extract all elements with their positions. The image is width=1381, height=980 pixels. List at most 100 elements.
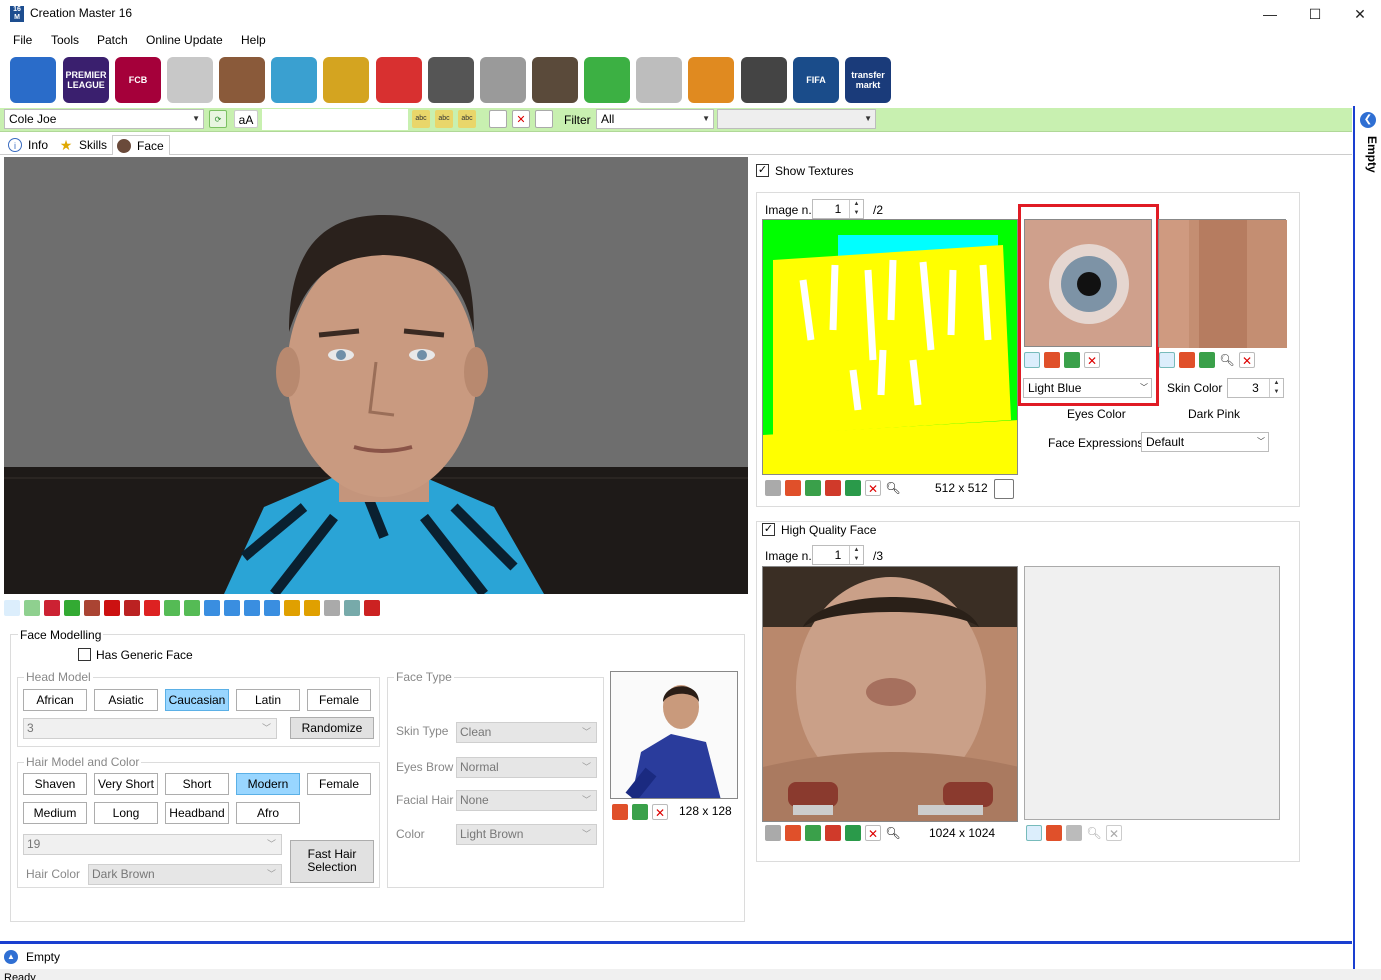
hq2-export-icon[interactable] <box>1066 825 1082 841</box>
hair-headband-button[interactable]: Headband <box>165 802 229 824</box>
zoom-in-icon[interactable] <box>284 600 300 616</box>
head-latin-button[interactable]: Latin <box>236 689 300 711</box>
arrow-left-icon[interactable] <box>244 600 260 616</box>
new-item-icon[interactable] <box>489 110 507 128</box>
maximize-button[interactable]: ☐ <box>1292 0 1338 28</box>
tab-skills[interactable]: ★ Skills <box>55 135 110 155</box>
manager-icon[interactable] <box>532 57 578 103</box>
reset-view-icon[interactable] <box>364 600 380 616</box>
menu-help[interactable]: Help <box>241 33 266 47</box>
copy-item-icon[interactable] <box>535 110 553 128</box>
delete-photo-icon[interactable]: ✕ <box>652 804 668 820</box>
transfermarkt-icon[interactable]: transfer markt <box>845 57 891 103</box>
hair-shaven-button[interactable]: Shaven <box>23 773 87 795</box>
hair-very-short-button[interactable]: Very Short <box>94 773 158 795</box>
search-input[interactable] <box>262 109 408 130</box>
expand-bottom-panel-icon[interactable]: ▲ <box>4 950 18 964</box>
head-caucasian-button[interactable]: Caucasian <box>165 689 229 711</box>
tab-info[interactable]: i Info <box>4 135 52 155</box>
head-model-select[interactable]: 3 ﹀ <box>23 718 277 739</box>
head-front-icon[interactable] <box>64 600 80 616</box>
hair-female-button[interactable]: Female <box>307 773 371 795</box>
show-textures-checkbox[interactable]: ✓ <box>756 164 769 177</box>
player-select[interactable]: Cole Joe ▼ <box>4 109 204 129</box>
head-african-button[interactable]: African <box>23 689 87 711</box>
skin-view-icon[interactable] <box>1159 352 1175 368</box>
referee-cards-icon[interactable] <box>376 57 422 103</box>
premier-league-icon[interactable]: PREMIER LEAGUE <box>63 57 109 103</box>
eye-view-icon[interactable] <box>1024 352 1040 368</box>
hq-export-icon[interactable] <box>805 825 821 841</box>
save-view-icon[interactable] <box>324 600 340 616</box>
tab-face[interactable]: Face <box>112 135 170 155</box>
view-toggle-icon[interactable] <box>4 600 20 616</box>
hq-image-spinner[interactable]: 1 ▲ ▼ <box>812 545 864 565</box>
abc-sort-desc-icon[interactable]: abc <box>435 110 453 128</box>
texture-delete-icon[interactable]: ✕ <box>865 480 881 496</box>
texture-save-icon[interactable] <box>765 480 781 496</box>
ball-icon[interactable] <box>428 57 474 103</box>
skin-delete-icon[interactable]: ✕ <box>1239 352 1255 368</box>
hq-save-icon[interactable] <box>765 825 781 841</box>
arrow-up-left-icon[interactable] <box>164 600 180 616</box>
face-expressions-select[interactable]: Default ﹀ <box>1141 432 1269 452</box>
skin-zoom-icon[interactable]: 🔍︎ <box>1219 352 1235 368</box>
arrow-down-icon[interactable] <box>224 600 240 616</box>
arrow-right-icon[interactable] <box>264 600 280 616</box>
menu-online-update[interactable]: Online Update <box>146 33 223 47</box>
secondary-filter-select[interactable]: ▼ <box>717 109 876 129</box>
abc-sort-icon[interactable]: abc <box>412 110 430 128</box>
zoom-out-icon[interactable] <box>304 600 320 616</box>
newspaper-icon[interactable] <box>636 57 682 103</box>
jersey-icon[interactable] <box>167 57 213 103</box>
texture-import-icon[interactable] <box>785 480 801 496</box>
delete-item-icon[interactable]: ✕ <box>512 110 530 128</box>
skin-color-spinner[interactable]: 3 ▲ ▼ <box>1227 378 1284 398</box>
player-photo-icon[interactable] <box>219 57 265 103</box>
hair-medium-button[interactable]: Medium <box>23 802 87 824</box>
trophy-icon[interactable] <box>323 57 369 103</box>
eyes-brow-select[interactable]: Normal ﹀ <box>456 757 597 778</box>
eye-import-icon[interactable] <box>1044 352 1060 368</box>
gloves-icon[interactable] <box>688 57 734 103</box>
globe-icon[interactable] <box>10 57 56 103</box>
randomize-button[interactable]: Randomize <box>290 717 374 739</box>
hair-model-select[interactable]: 19 ﹀ <box>23 834 282 855</box>
hq2-delete-icon[interactable]: ✕ <box>1106 825 1122 841</box>
barcelona-crest-icon[interactable]: FCB <box>115 57 161 103</box>
skin-export-icon[interactable] <box>1199 352 1215 368</box>
case-toggle-button[interactable]: aA <box>234 110 258 128</box>
hq-export-alpha-icon[interactable] <box>845 825 861 841</box>
hair-afro-button[interactable]: Afro <box>236 802 300 824</box>
pitch-icon[interactable] <box>584 57 630 103</box>
texture-import-alpha-icon[interactable] <box>825 480 841 496</box>
stadium-icon[interactable] <box>271 57 317 103</box>
camera-icon[interactable] <box>344 600 360 616</box>
texture-export-alpha-icon[interactable] <box>845 480 861 496</box>
fast-hair-selection-button[interactable]: Fast Hair Selection <box>290 840 374 883</box>
skin-type-select[interactable]: Clean ﹀ <box>456 722 597 743</box>
refresh-view-icon[interactable] <box>24 600 40 616</box>
face-3d-viewport[interactable] <box>4 157 748 594</box>
shirt-red-icon[interactable] <box>104 600 120 616</box>
hq2-import-icon[interactable] <box>1046 825 1062 841</box>
filter-select[interactable]: All ▼ <box>596 109 714 129</box>
facial-hair-select[interactable]: None ﹀ <box>456 790 597 811</box>
shirt-red-alt-icon[interactable] <box>124 600 140 616</box>
head-left-icon[interactable] <box>44 600 60 616</box>
refresh-icon[interactable]: ⟳ <box>209 110 227 128</box>
texture-zoom-icon[interactable]: 🔍︎ <box>885 480 901 496</box>
menu-file[interactable]: File <box>13 33 32 47</box>
hq-delete-icon[interactable]: ✕ <box>865 825 881 841</box>
head-female-button[interactable]: Female <box>307 689 371 711</box>
export-photo-icon[interactable] <box>632 804 648 820</box>
menu-tools[interactable]: Tools <box>51 33 79 47</box>
facial-hair-color-select[interactable]: Light Brown ﹀ <box>456 824 597 845</box>
skin-import-icon[interactable] <box>1179 352 1195 368</box>
boots-icon[interactable] <box>480 57 526 103</box>
hq-import-alpha-icon[interactable] <box>825 825 841 841</box>
hair-long-button[interactable]: Long <box>94 802 158 824</box>
close-button[interactable]: ✕ <box>1337 0 1381 28</box>
hair-short-button[interactable]: Short <box>165 773 229 795</box>
import-photo-icon[interactable] <box>612 804 628 820</box>
